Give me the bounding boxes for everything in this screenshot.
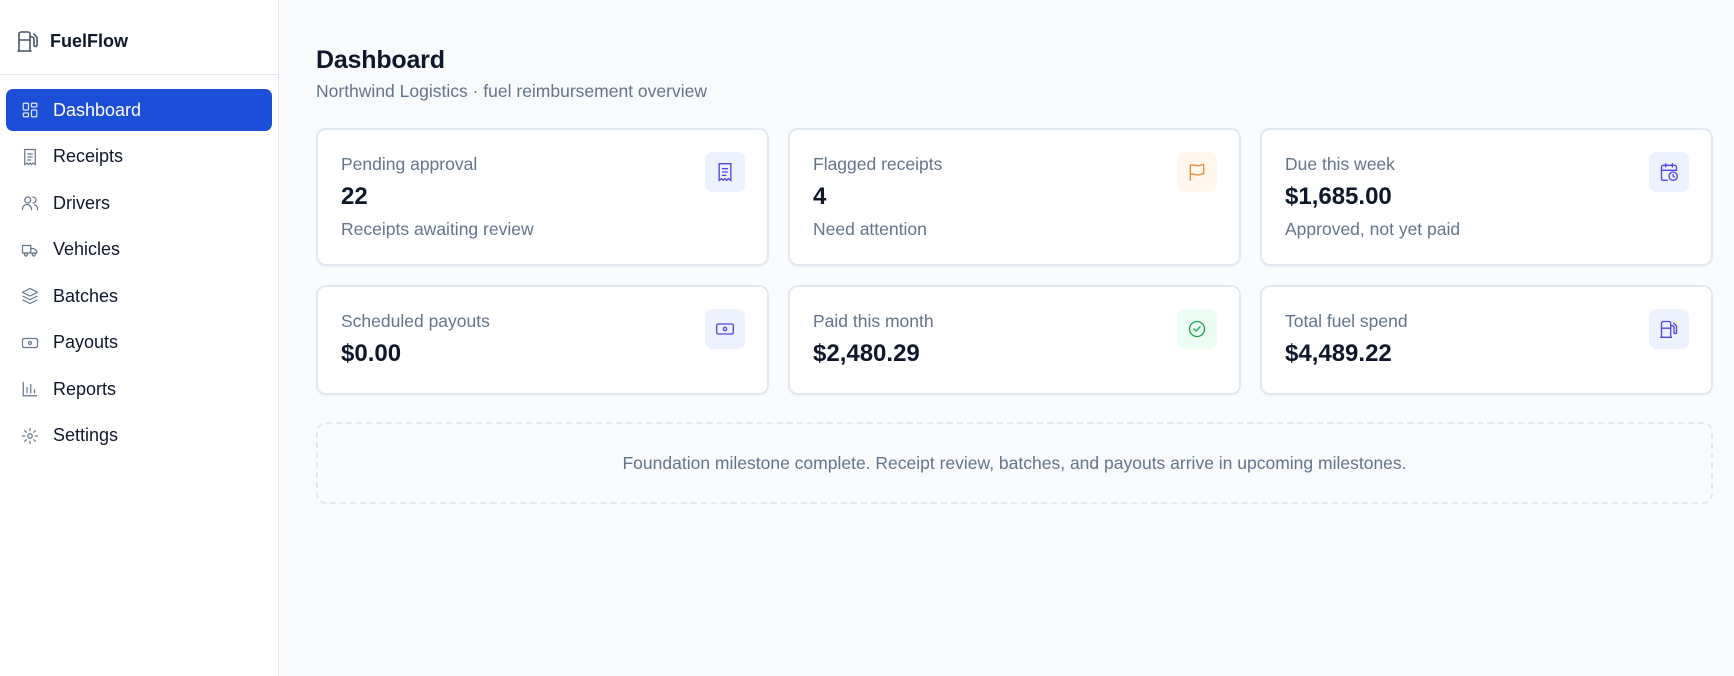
layers-icon [21, 287, 39, 305]
flag-icon [1177, 152, 1217, 192]
stat-label: Pending approval [341, 154, 478, 174]
dashboard-icon [21, 101, 39, 119]
check-circle-icon [1177, 309, 1217, 349]
sidebar-item-label: Batches [53, 285, 119, 306]
receipt-icon [705, 152, 745, 192]
stat-card-flagged-receipts: Flagged receipts 4 Need attention [788, 128, 1241, 266]
brand-name: FuelFlow [50, 30, 128, 51]
stats-grid: Pending approval 22 Receipts awaiting re… [316, 128, 1717, 395]
stat-note: Receipts awaiting review [341, 219, 534, 239]
stat-card-due-this-week: Due this week $1,685.00 Approved, not ye… [1260, 128, 1713, 266]
stat-label: Scheduled payouts [341, 311, 490, 331]
banknote-icon [705, 309, 745, 349]
sidebar-item-label: Settings [53, 425, 119, 445]
main-content: Dashboard Northwind Logistics · fuel rei… [279, 0, 1734, 676]
bar-chart-icon [21, 380, 39, 398]
stat-value: 22 [341, 183, 368, 210]
sidebar-item-label: Vehicles [53, 239, 121, 259]
fuel-pump-icon [1649, 309, 1689, 349]
sidebar-item-label: Reports [53, 378, 117, 399]
page-title: Dashboard [316, 46, 445, 74]
stat-value: $2,480.29 [813, 340, 920, 367]
sidebar-item-label: Drivers [53, 192, 110, 213]
sidebar: FuelFlow Dashboard Receipts Drivers Vehi… [0, 0, 279, 676]
milestone-notice: Foundation milestone complete. Receipt r… [316, 422, 1713, 504]
banknote-icon [21, 334, 39, 352]
sidebar-item-vehicles[interactable]: Vehicles [6, 229, 272, 271]
stat-card-paid-this-month: Paid this month $2,480.29 [788, 285, 1241, 395]
fuel-pump-icon [16, 29, 40, 53]
users-icon [21, 194, 39, 212]
stat-note: Need attention [813, 219, 927, 239]
sidebar-item-payouts[interactable]: Payouts [6, 322, 272, 364]
stat-card-total-fuel-spend: Total fuel spend $4,489.22 [1260, 285, 1713, 395]
stat-label: Total fuel spend [1285, 311, 1408, 331]
stat-note: Approved, not yet paid [1285, 219, 1461, 239]
sidebar-item-batches[interactable]: Batches [6, 275, 272, 317]
calendar-clock-icon [1649, 152, 1689, 192]
sidebar-nav: Dashboard Receipts Drivers Vehicles Batc… [0, 75, 278, 457]
stat-value: $4,489.22 [1285, 340, 1392, 367]
sidebar-item-dashboard[interactable]: Dashboard [6, 89, 272, 131]
stat-value: $1,685.00 [1285, 183, 1392, 210]
sidebar-item-label: Receipts [53, 146, 124, 166]
app-shell: FuelFlow Dashboard Receipts Drivers Vehi… [0, 0, 1734, 676]
stat-label: Flagged receipts [813, 154, 943, 174]
truck-icon [21, 241, 39, 259]
sidebar-item-label: Dashboard [53, 99, 142, 120]
stat-label: Paid this month [813, 311, 934, 331]
stat-value: $0.00 [341, 340, 402, 367]
stat-card-scheduled-payouts: Scheduled payouts $0.00 [316, 285, 769, 395]
stat-value: 4 [813, 183, 827, 210]
sidebar-item-receipts[interactable]: Receipts [6, 136, 272, 178]
stat-label: Due this week [1285, 154, 1395, 174]
sidebar-item-label: Payouts [53, 332, 119, 352]
sidebar-item-drivers[interactable]: Drivers [6, 182, 272, 224]
gear-icon [21, 427, 39, 445]
brand[interactable]: FuelFlow [0, 8, 278, 75]
sidebar-item-settings[interactable]: Settings [6, 415, 272, 457]
receipt-icon [21, 148, 39, 166]
stat-card-pending-approval: Pending approval 22 Receipts awaiting re… [316, 128, 769, 266]
page-subtitle: Northwind Logistics · fuel reimbursement… [316, 81, 707, 101]
sidebar-item-reports[interactable]: Reports [6, 368, 272, 410]
milestone-notice-text: Foundation milestone complete. Receipt r… [622, 452, 1407, 473]
